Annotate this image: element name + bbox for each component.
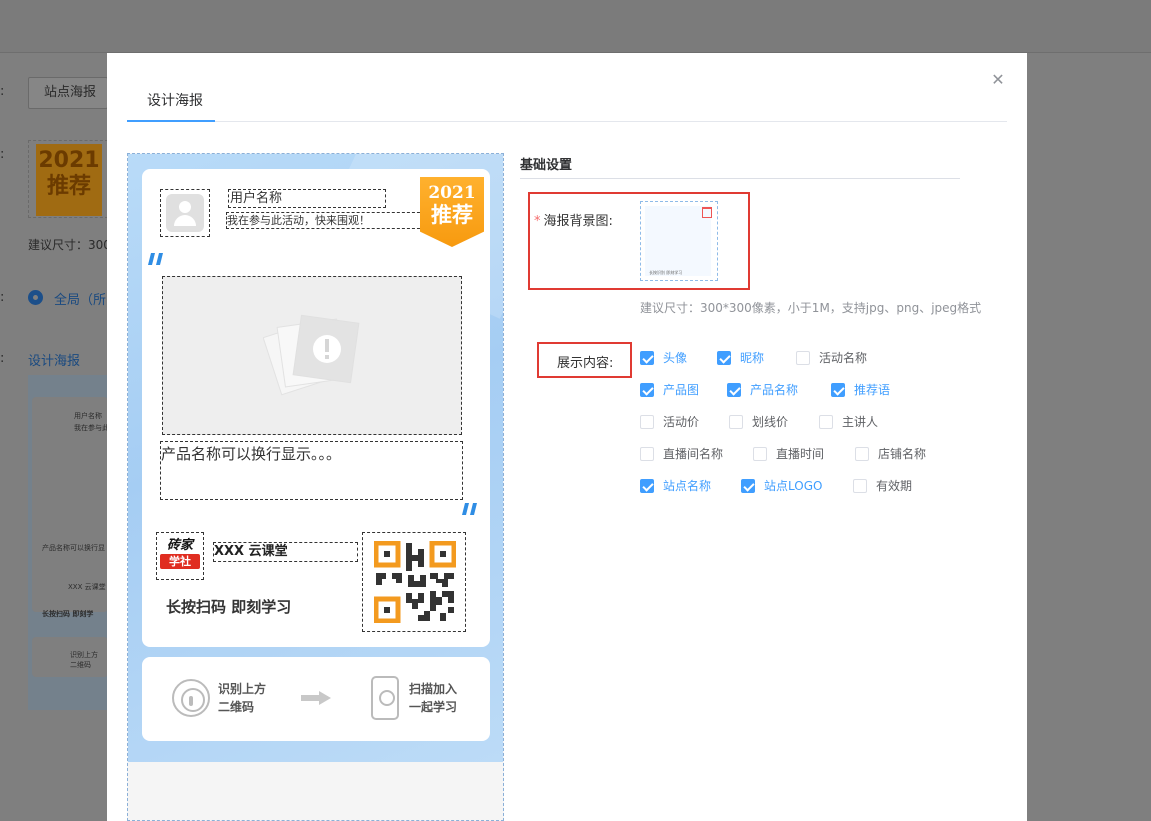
checkbox-empty-icon[interactable] — [640, 415, 654, 429]
option-label[interactable]: 产品名称 — [750, 382, 798, 398]
scope-radio-label[interactable]: 全局（所 — [54, 289, 106, 308]
bg-size-hint: 建议尺寸：300*300像素，小于1M，支持jpg、png、jpeg格式 — [640, 301, 982, 315]
checkbox-empty-icon[interactable] — [753, 447, 767, 461]
recommend-badge: 2021 推荐 — [420, 177, 484, 247]
bg-image-thumb-caption: 长按识别 即刻学习 — [649, 270, 683, 275]
poster-main-card: 用户名称 我在参与此活动，快来围观！ 2021 推荐 产品名称可以换行显示。。。… — [142, 169, 490, 647]
checkbox-empty-icon[interactable] — [729, 415, 743, 429]
bg-badge-text: 推荐 — [46, 174, 91, 199]
option-label[interactable]: 昵称 — [740, 350, 764, 366]
form-label-colon: : — [0, 147, 5, 162]
checkbox-empty-icon[interactable] — [796, 351, 810, 365]
qr-code-icon — [374, 541, 456, 623]
logo-line2: 学社 — [160, 554, 200, 569]
arrow-right-icon — [301, 691, 331, 705]
option-label[interactable]: 站点名称 — [663, 478, 711, 494]
quote-open-icon — [148, 249, 166, 269]
poster-bg-label: * 海报背景图: — [534, 210, 613, 229]
site-logo: 砖家 学社 — [160, 537, 200, 575]
option-label[interactable]: 产品图 — [663, 382, 699, 398]
avatar-placeholder[interactable] — [160, 189, 210, 237]
checkbox-checked-icon[interactable] — [831, 383, 845, 397]
option-label[interactable]: 直播时间 — [776, 446, 824, 462]
scan-to-learn-text: 长按扫码 即刻学习 — [166, 598, 292, 616]
scope-radio[interactable] — [28, 290, 43, 305]
poster-invite-text[interactable]: 我在参与此活动，快来围观！ — [226, 212, 430, 229]
tab-active-indicator — [127, 120, 215, 122]
poster-bg-label-text: 海报背景图: — [543, 214, 613, 229]
delete-icon[interactable] — [702, 207, 712, 218]
form-label-colon: : — [0, 351, 5, 366]
required-mark: * — [534, 214, 541, 229]
product-image-placeholder[interactable] — [162, 276, 462, 435]
badge-text: 推荐 — [431, 202, 473, 227]
dialog-tabs: 设计海报 — [127, 75, 1007, 122]
bg-poster-preview: 用户名称 我在参与此活动 产品名称可以换行显 XXX 云课堂 长按扫码 即刻学 … — [28, 375, 123, 710]
bg-preview-product: 产品名称可以换行显 — [42, 544, 105, 552]
form-label-colon: : — [0, 84, 5, 99]
checkbox-checked-icon[interactable] — [640, 383, 654, 397]
section-divider — [520, 178, 960, 179]
step2-line1: 扫描加入 — [409, 682, 458, 696]
checkbox-empty-icon[interactable] — [853, 479, 867, 493]
avatar-icon — [166, 194, 204, 232]
form-label-colon: : — [0, 290, 5, 305]
poster-canvas: 用户名称 我在参与此活动，快来围观！ 2021 推荐 产品名称可以换行显示。。。… — [127, 153, 504, 821]
option-label[interactable]: 店铺名称 — [878, 446, 926, 462]
bg-preview-site: XXX 云课堂 — [68, 583, 106, 591]
checkbox-checked-icon[interactable] — [717, 351, 731, 365]
step1-line2: 二维码 — [218, 700, 255, 714]
poster-background: 用户名称 我在参与此活动，快来围观！ 2021 推荐 产品名称可以换行显示。。。… — [128, 154, 503, 762]
bg-preview-step1a: 识别上方 — [70, 651, 98, 659]
poster-username[interactable]: 用户名称 — [228, 189, 386, 208]
option-label[interactable]: 站点LOGO — [764, 478, 822, 494]
bg-badge: 2021 推荐 — [36, 144, 102, 216]
checkbox-checked-icon[interactable] — [640, 479, 654, 493]
option-label[interactable]: 划线价 — [752, 414, 788, 430]
bg-badge-year: 2021 — [38, 148, 100, 173]
step1-line1: 识别上方 — [218, 682, 267, 696]
option-label[interactable]: 头像 — [663, 350, 687, 366]
checkbox-checked-icon[interactable] — [640, 351, 654, 365]
tab-design-poster[interactable]: 设计海报 — [147, 90, 203, 110]
fingerprint-icon — [172, 679, 210, 717]
step2-line2: 一起学习 — [409, 700, 458, 714]
section-title-basic: 基础设置 — [520, 158, 573, 173]
bg-size-hint: 建议尺寸：300 — [28, 238, 111, 252]
checkbox-empty-icon[interactable] — [855, 447, 869, 461]
option-label[interactable]: 有效期 — [876, 478, 912, 494]
option-label[interactable]: 直播间名称 — [663, 446, 723, 462]
logo-line1: 砖家 — [166, 538, 193, 553]
option-label[interactable]: 推荐语 — [854, 382, 890, 398]
phone-scan-icon — [371, 676, 399, 720]
checkbox-checked-icon[interactable] — [741, 479, 755, 493]
bg-preview-name: 用户名称 — [74, 412, 102, 420]
display-content-label: 展示内容: — [557, 356, 614, 371]
option-label[interactable]: 主讲人 — [842, 414, 878, 430]
option-label[interactable]: 活动价 — [663, 414, 699, 430]
site-name-field[interactable]: XXX 云课堂 — [213, 542, 358, 562]
design-poster-link[interactable]: 设计海报 — [28, 350, 80, 369]
qr-code-placeholder[interactable] — [362, 532, 466, 632]
checkbox-checked-icon[interactable] — [727, 383, 741, 397]
product-name-field[interactable]: 产品名称可以换行显示。。。 — [160, 441, 463, 500]
bg-preview-scan: 长按扫码 即刻学 — [42, 610, 94, 618]
page-header — [0, 0, 1151, 53]
quote-close-icon — [462, 499, 480, 519]
option-label[interactable]: 活动名称 — [819, 350, 867, 366]
bg-preview-step1b: 二维码 — [70, 661, 91, 669]
poster-type-select[interactable]: 站点海报 — [28, 77, 108, 109]
design-poster-dialog: ✕ 设计海报 用户名称 我在参与此活动，快来围观！ 2021 推荐 产品名称可以… — [107, 53, 1027, 821]
poster-steps-card: 识别上方 二维码 扫描加入 一起学习 — [142, 657, 490, 741]
badge-year: 2021 — [428, 183, 476, 203]
checkbox-empty-icon[interactable] — [640, 447, 654, 461]
site-logo-placeholder[interactable]: 砖家 学社 — [156, 532, 204, 580]
bg-image-upload[interactable]: 长按识别 即刻学习 — [640, 201, 718, 281]
image-missing-icon — [263, 314, 360, 396]
checkbox-empty-icon[interactable] — [819, 415, 833, 429]
